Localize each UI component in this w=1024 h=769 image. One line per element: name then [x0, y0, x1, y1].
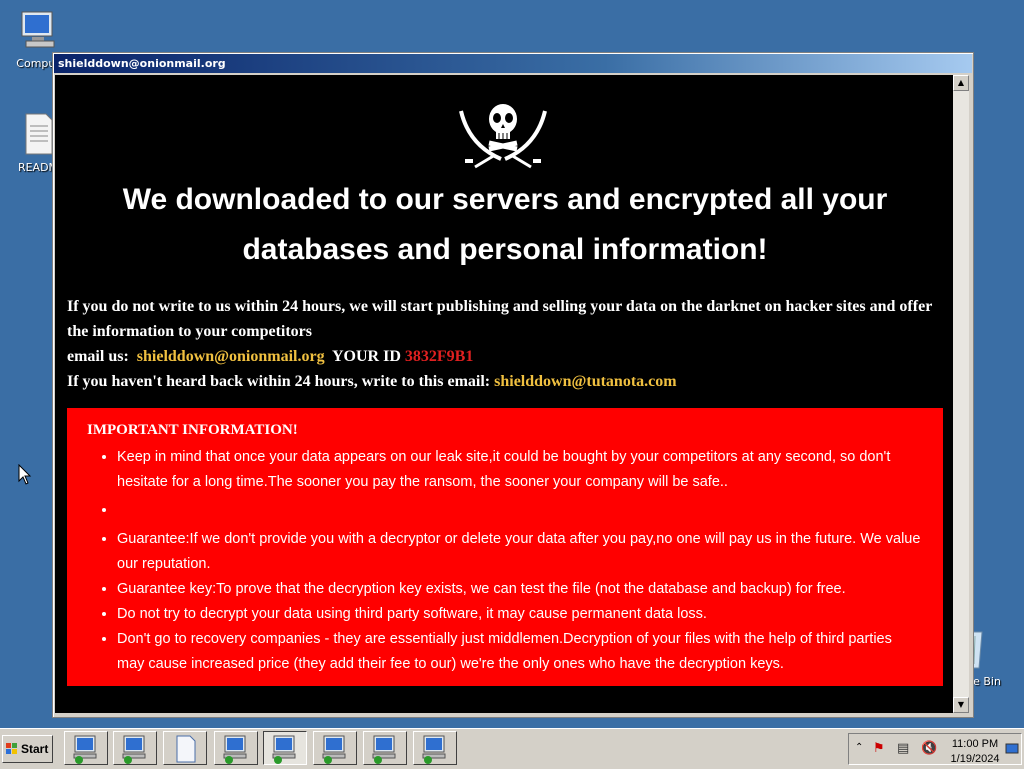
- clock-date: 1/19/2024: [950, 753, 1000, 765]
- taskbar-button[interactable]: [214, 731, 258, 765]
- list-item: Guarantee key:To prove that the decrypti…: [117, 577, 923, 602]
- scroll-down-icon[interactable]: ▼: [953, 697, 969, 713]
- clock-time: 11:00 PM: [951, 738, 999, 750]
- computer-network-icon: [372, 735, 396, 764]
- window-title[interactable]: shielddown@onionmail.org: [54, 54, 972, 73]
- show-desktop-icon[interactable]: [1005, 742, 1019, 756]
- action-center-flag-icon[interactable]: ⚑: [873, 741, 885, 756]
- id-label: YOUR ID: [332, 348, 401, 365]
- list-item: [117, 498, 923, 523]
- intro-text: If you do not write to us within 24 hour…: [67, 298, 932, 340]
- victim-id: 3832F9B1: [404, 348, 474, 365]
- list-item: Guarantee:If we don't provide you with a…: [117, 527, 923, 577]
- headline-line: We downloaded to our servers and encrypt…: [122, 183, 888, 216]
- volume-muted-icon[interactable]: 🔇: [921, 741, 937, 756]
- windows-logo-icon: [6, 743, 17, 754]
- taskbar-button[interactable]: [113, 731, 157, 765]
- network-icon[interactable]: ▤: [897, 741, 909, 756]
- computer-network-icon: [73, 735, 97, 764]
- fallback-text: If you haven't heard back within 24 hour…: [67, 373, 491, 390]
- document-icon: [176, 735, 196, 763]
- info-title: IMPORTANT INFORMATION!: [87, 422, 298, 438]
- computer-network-icon: [122, 735, 146, 764]
- computer-network-icon: [322, 735, 346, 764]
- taskbar-button[interactable]: [263, 731, 307, 765]
- clock[interactable]: 11:00 PM 1/19/2024: [947, 737, 1003, 767]
- taskbar: Start ⌃ ⚑ ▤ 🔇 11:00 PM 1/19/2024: [0, 728, 1024, 769]
- info-list: Keep in mind that once your data appears…: [87, 445, 923, 677]
- computer-network-icon: [272, 735, 296, 764]
- email-label: email us:: [67, 348, 129, 365]
- taskbar-button[interactable]: [413, 731, 457, 765]
- computer-network-icon: [223, 735, 247, 764]
- headline: We downloaded to our servers and encrypt…: [65, 175, 945, 275]
- show-hidden-icons-chevron-icon[interactable]: ⌃: [855, 742, 863, 753]
- list-item: Don't go to recovery companies - they ar…: [117, 627, 923, 677]
- list-item: Keep in mind that once your data appears…: [117, 445, 923, 495]
- note-content: We downloaded to our servers and encrypt…: [55, 75, 953, 713]
- start-label: Start: [21, 742, 49, 756]
- ransom-note-window[interactable]: shielddown@onionmail.org We downloaded t…: [52, 52, 974, 718]
- intro-block: If you do not write to us within 24 hour…: [67, 294, 947, 394]
- taskbar-button[interactable]: [163, 731, 207, 765]
- skull-crossed-swords-icon: [459, 104, 547, 169]
- taskbar-button[interactable]: [313, 731, 357, 765]
- headline-line: databases and personal information!: [242, 233, 768, 266]
- taskbar-button[interactable]: [64, 731, 108, 765]
- scroll-up-icon[interactable]: ▲: [953, 75, 969, 91]
- important-info-box: IMPORTANT INFORMATION! Keep in mind that…: [67, 408, 943, 686]
- fallback-line: If you haven't heard back within 24 hour…: [67, 369, 947, 394]
- vertical-scrollbar[interactable]: ▲ ▼: [953, 75, 969, 713]
- primary-email[interactable]: shielddown@onionmail.org: [137, 348, 325, 365]
- computer-network-icon: [422, 735, 446, 764]
- start-button[interactable]: Start: [2, 735, 53, 763]
- email-line: email us: shielddown@onionmail.org YOUR …: [67, 344, 947, 369]
- secondary-email[interactable]: shielddown@tutanota.com: [494, 373, 676, 390]
- taskbar-button[interactable]: [363, 731, 407, 765]
- mouse-cursor-icon: [18, 464, 32, 485]
- computer-icon: [21, 11, 55, 48]
- system-tray: ⌃ ⚑ ▤ 🔇 11:00 PM 1/19/2024: [848, 733, 1022, 765]
- list-item: Do not try to decrypt your data using th…: [117, 602, 923, 627]
